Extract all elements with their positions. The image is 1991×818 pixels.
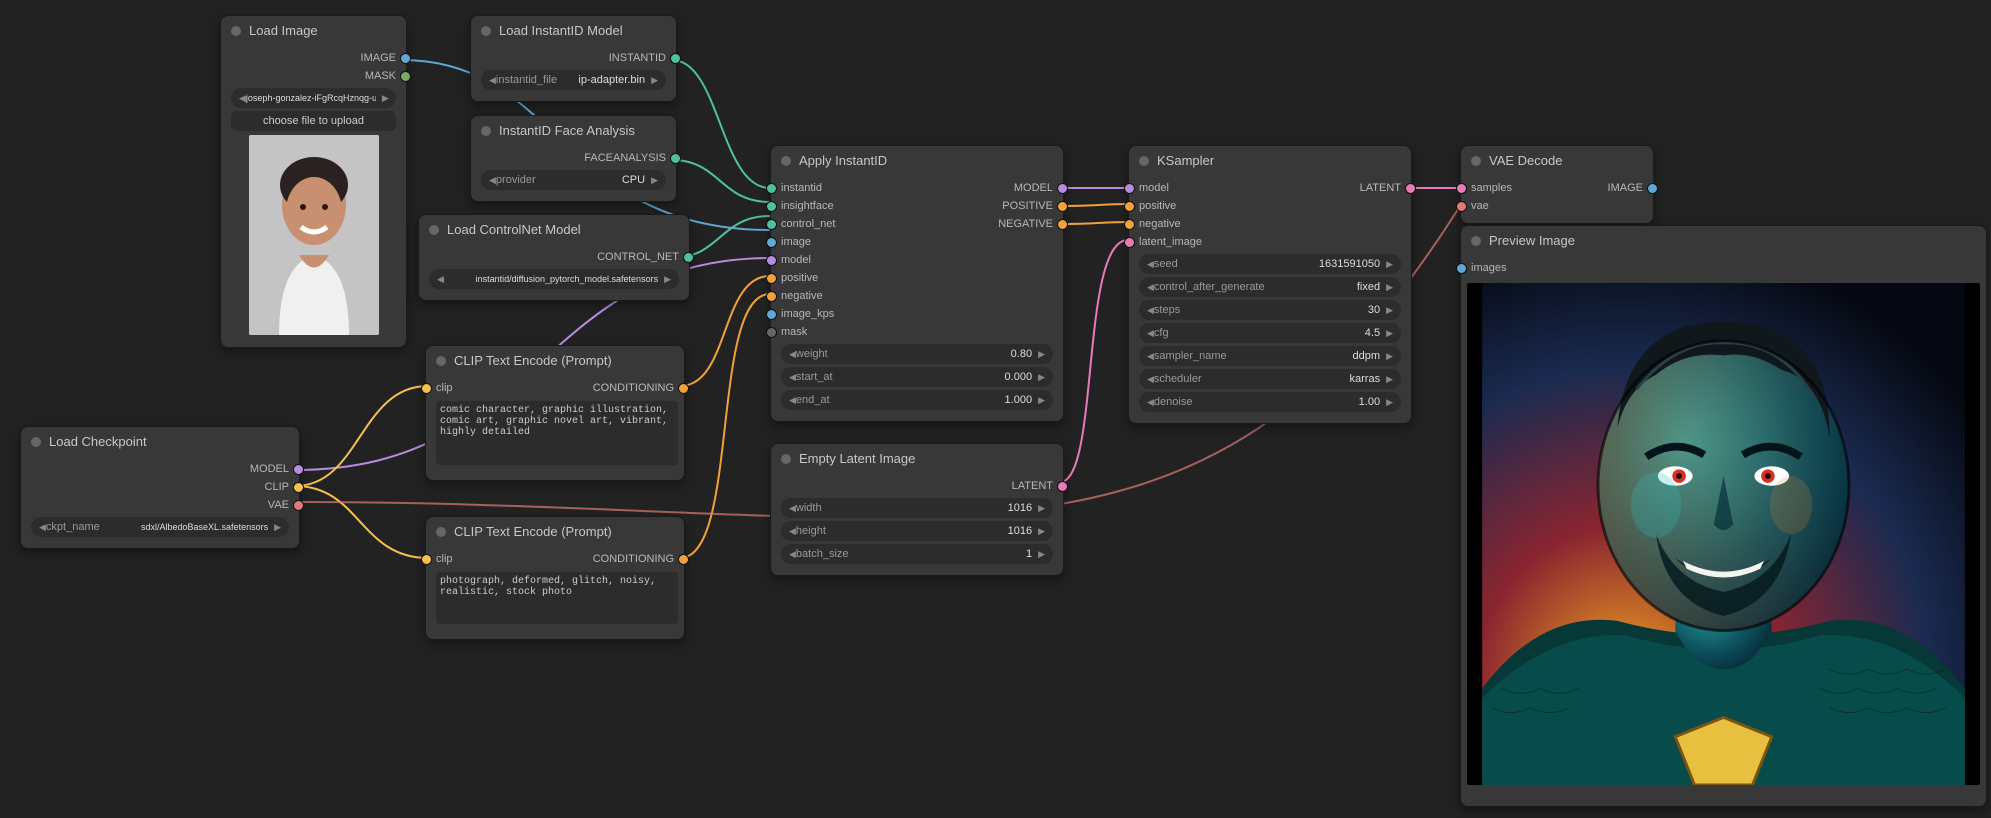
node-graph-canvas[interactable]: Load Image IMAGE MASK ◀joseph-gonzalez-i… [0, 0, 1991, 818]
node-clip-text-encode-positive[interactable]: CLIP Text Encode (Prompt) clip CONDITION… [425, 345, 685, 481]
node-title[interactable]: CLIP Text Encode (Prompt) [426, 346, 684, 375]
arrow-left-icon[interactable]: ◀ [489, 175, 496, 186]
input-samples[interactable]: samples [1461, 179, 1557, 197]
input-latent-image[interactable]: latent_image [1129, 233, 1411, 251]
node-title[interactable]: Empty Latent Image [771, 444, 1063, 473]
output-image[interactable]: IMAGE [221, 49, 406, 67]
weight-widget[interactable]: ◀weight0.80▶ [781, 344, 1053, 364]
output-conditioning[interactable]: CONDITIONING [555, 379, 684, 397]
input-clip[interactable]: clip [426, 379, 555, 397]
node-title[interactable]: VAE Decode [1461, 146, 1653, 175]
output-model[interactable]: MODEL [21, 460, 299, 478]
ckpt-name-widget[interactable]: ◀ckpt_namesdxl/AlbedoBaseXL.safetensors▶ [31, 517, 289, 537]
input-vae[interactable]: vae [1461, 197, 1653, 215]
output-faceanalysis[interactable]: FACEANALYSIS [471, 149, 676, 167]
node-ksampler[interactable]: KSampler model LATENT positive negative … [1128, 145, 1412, 424]
output-negative[interactable]: NEGATIVE [917, 215, 1063, 233]
output-controlnet[interactable]: CONTROL_NET [419, 248, 689, 266]
node-vae-decode[interactable]: VAE Decode samples IMAGE vae [1460, 145, 1654, 224]
input-negative[interactable]: negative [1129, 215, 1411, 233]
end-at-widget[interactable]: ◀end_at1.000▶ [781, 390, 1053, 410]
image-file-widget[interactable]: ◀joseph-gonzalez-iFgRcqHznqg-unsplash.jp… [231, 88, 396, 108]
output-vae[interactable]: VAE [21, 496, 299, 514]
arrow-left-icon[interactable]: ◀ [489, 75, 496, 86]
node-load-checkpoint[interactable]: Load Checkpoint MODEL CLIP VAE ◀ckpt_nam… [20, 426, 300, 549]
denoise-widget[interactable]: ◀denoise1.00▶ [1139, 392, 1401, 412]
output-conditioning[interactable]: CONDITIONING [555, 550, 684, 568]
arrow-left-icon[interactable]: ◀ [437, 274, 444, 285]
scheduler-widget[interactable]: ◀schedulerkarras▶ [1139, 369, 1401, 389]
input-positive[interactable]: positive [1129, 197, 1411, 215]
output-model[interactable]: MODEL [917, 179, 1063, 197]
node-title[interactable]: Load InstantID Model [471, 16, 676, 45]
input-model[interactable]: model [771, 251, 1063, 269]
arrow-right-icon[interactable]: ▶ [651, 175, 658, 186]
image-thumbnail [249, 135, 379, 335]
seed-widget[interactable]: ◀seed1631591050▶ [1139, 254, 1401, 274]
upload-button[interactable]: choose file to upload [231, 111, 396, 131]
node-title[interactable]: Preview Image [1461, 226, 1986, 255]
node-title[interactable]: InstantID Face Analysis [471, 116, 676, 145]
arrow-right-icon[interactable]: ▶ [382, 93, 389, 104]
node-clip-text-encode-negative[interactable]: CLIP Text Encode (Prompt) clip CONDITION… [425, 516, 685, 640]
controlnet-name-widget[interactable]: ◀instantid/diffusion_pytorch_model.safet… [429, 269, 679, 289]
preview-render [1467, 283, 1980, 785]
node-load-instantid-model[interactable]: Load InstantID Model INSTANTID ◀instanti… [470, 15, 677, 102]
output-latent[interactable]: LATENT [1270, 179, 1411, 197]
node-empty-latent-image[interactable]: Empty Latent Image LATENT ◀width1016▶ ◀h… [770, 443, 1064, 576]
output-clip[interactable]: CLIP [21, 478, 299, 496]
node-load-image[interactable]: Load Image IMAGE MASK ◀joseph-gonzalez-i… [220, 15, 407, 348]
steps-widget[interactable]: ◀steps30▶ [1139, 300, 1401, 320]
instantid-file-widget[interactable]: ◀instantid_fileip-adapter.bin▶ [481, 70, 666, 90]
height-widget[interactable]: ◀height1016▶ [781, 521, 1053, 541]
input-control-net[interactable]: control_net [771, 215, 917, 233]
input-mask[interactable]: mask [771, 323, 1063, 341]
prompt-textarea[interactable] [436, 572, 678, 624]
input-positive[interactable]: positive [771, 269, 1063, 287]
input-image[interactable]: image [771, 233, 1063, 251]
node-title[interactable]: Apply InstantID [771, 146, 1063, 175]
node-preview-image[interactable]: Preview Image images [1460, 225, 1987, 807]
input-negative[interactable]: negative [771, 287, 1063, 305]
input-clip[interactable]: clip [426, 550, 555, 568]
start-at-widget[interactable]: ◀start_at0.000▶ [781, 367, 1053, 387]
output-positive[interactable]: POSITIVE [917, 197, 1063, 215]
arrow-left-icon[interactable]: ◀ [239, 93, 246, 104]
provider-widget[interactable]: ◀providerCPU▶ [481, 170, 666, 190]
output-instantid[interactable]: INSTANTID [471, 49, 676, 67]
output-latent[interactable]: LATENT [771, 477, 1063, 495]
batch-size-widget[interactable]: ◀batch_size1▶ [781, 544, 1053, 564]
node-apply-instantid[interactable]: Apply InstantID instantid MODEL insightf… [770, 145, 1064, 422]
control-after-generate-widget[interactable]: ◀control_after_generatefixed▶ [1139, 277, 1401, 297]
input-images[interactable]: images [1461, 259, 1986, 277]
output-image[interactable]: IMAGE [1557, 179, 1653, 197]
cfg-widget[interactable]: ◀cfg4.5▶ [1139, 323, 1401, 343]
node-title[interactable]: CLIP Text Encode (Prompt) [426, 517, 684, 546]
input-insightface[interactable]: insightface [771, 197, 917, 215]
input-image-kps[interactable]: image_kps [771, 305, 1063, 323]
prompt-textarea[interactable] [436, 401, 678, 465]
title-text: Load Image [249, 23, 318, 38]
arrow-right-icon[interactable]: ▶ [274, 522, 281, 533]
sampler-name-widget[interactable]: ◀sampler_nameddpm▶ [1139, 346, 1401, 366]
node-instantid-face-analysis[interactable]: InstantID Face Analysis FACEANALYSIS ◀pr… [470, 115, 677, 202]
arrow-right-icon[interactable]: ▶ [664, 274, 671, 285]
input-instantid[interactable]: instantid [771, 179, 917, 197]
node-title[interactable]: KSampler [1129, 146, 1411, 175]
node-title[interactable]: Load Image [221, 16, 406, 45]
input-model[interactable]: model [1129, 179, 1270, 197]
width-widget[interactable]: ◀width1016▶ [781, 498, 1053, 518]
output-mask[interactable]: MASK [221, 67, 406, 85]
node-load-controlnet-model[interactable]: Load ControlNet Model CONTROL_NET ◀insta… [418, 214, 690, 301]
arrow-left-icon[interactable]: ◀ [39, 522, 46, 533]
node-title[interactable]: Load ControlNet Model [419, 215, 689, 244]
node-title[interactable]: Load Checkpoint [21, 427, 299, 456]
arrow-right-icon[interactable]: ▶ [651, 75, 658, 86]
